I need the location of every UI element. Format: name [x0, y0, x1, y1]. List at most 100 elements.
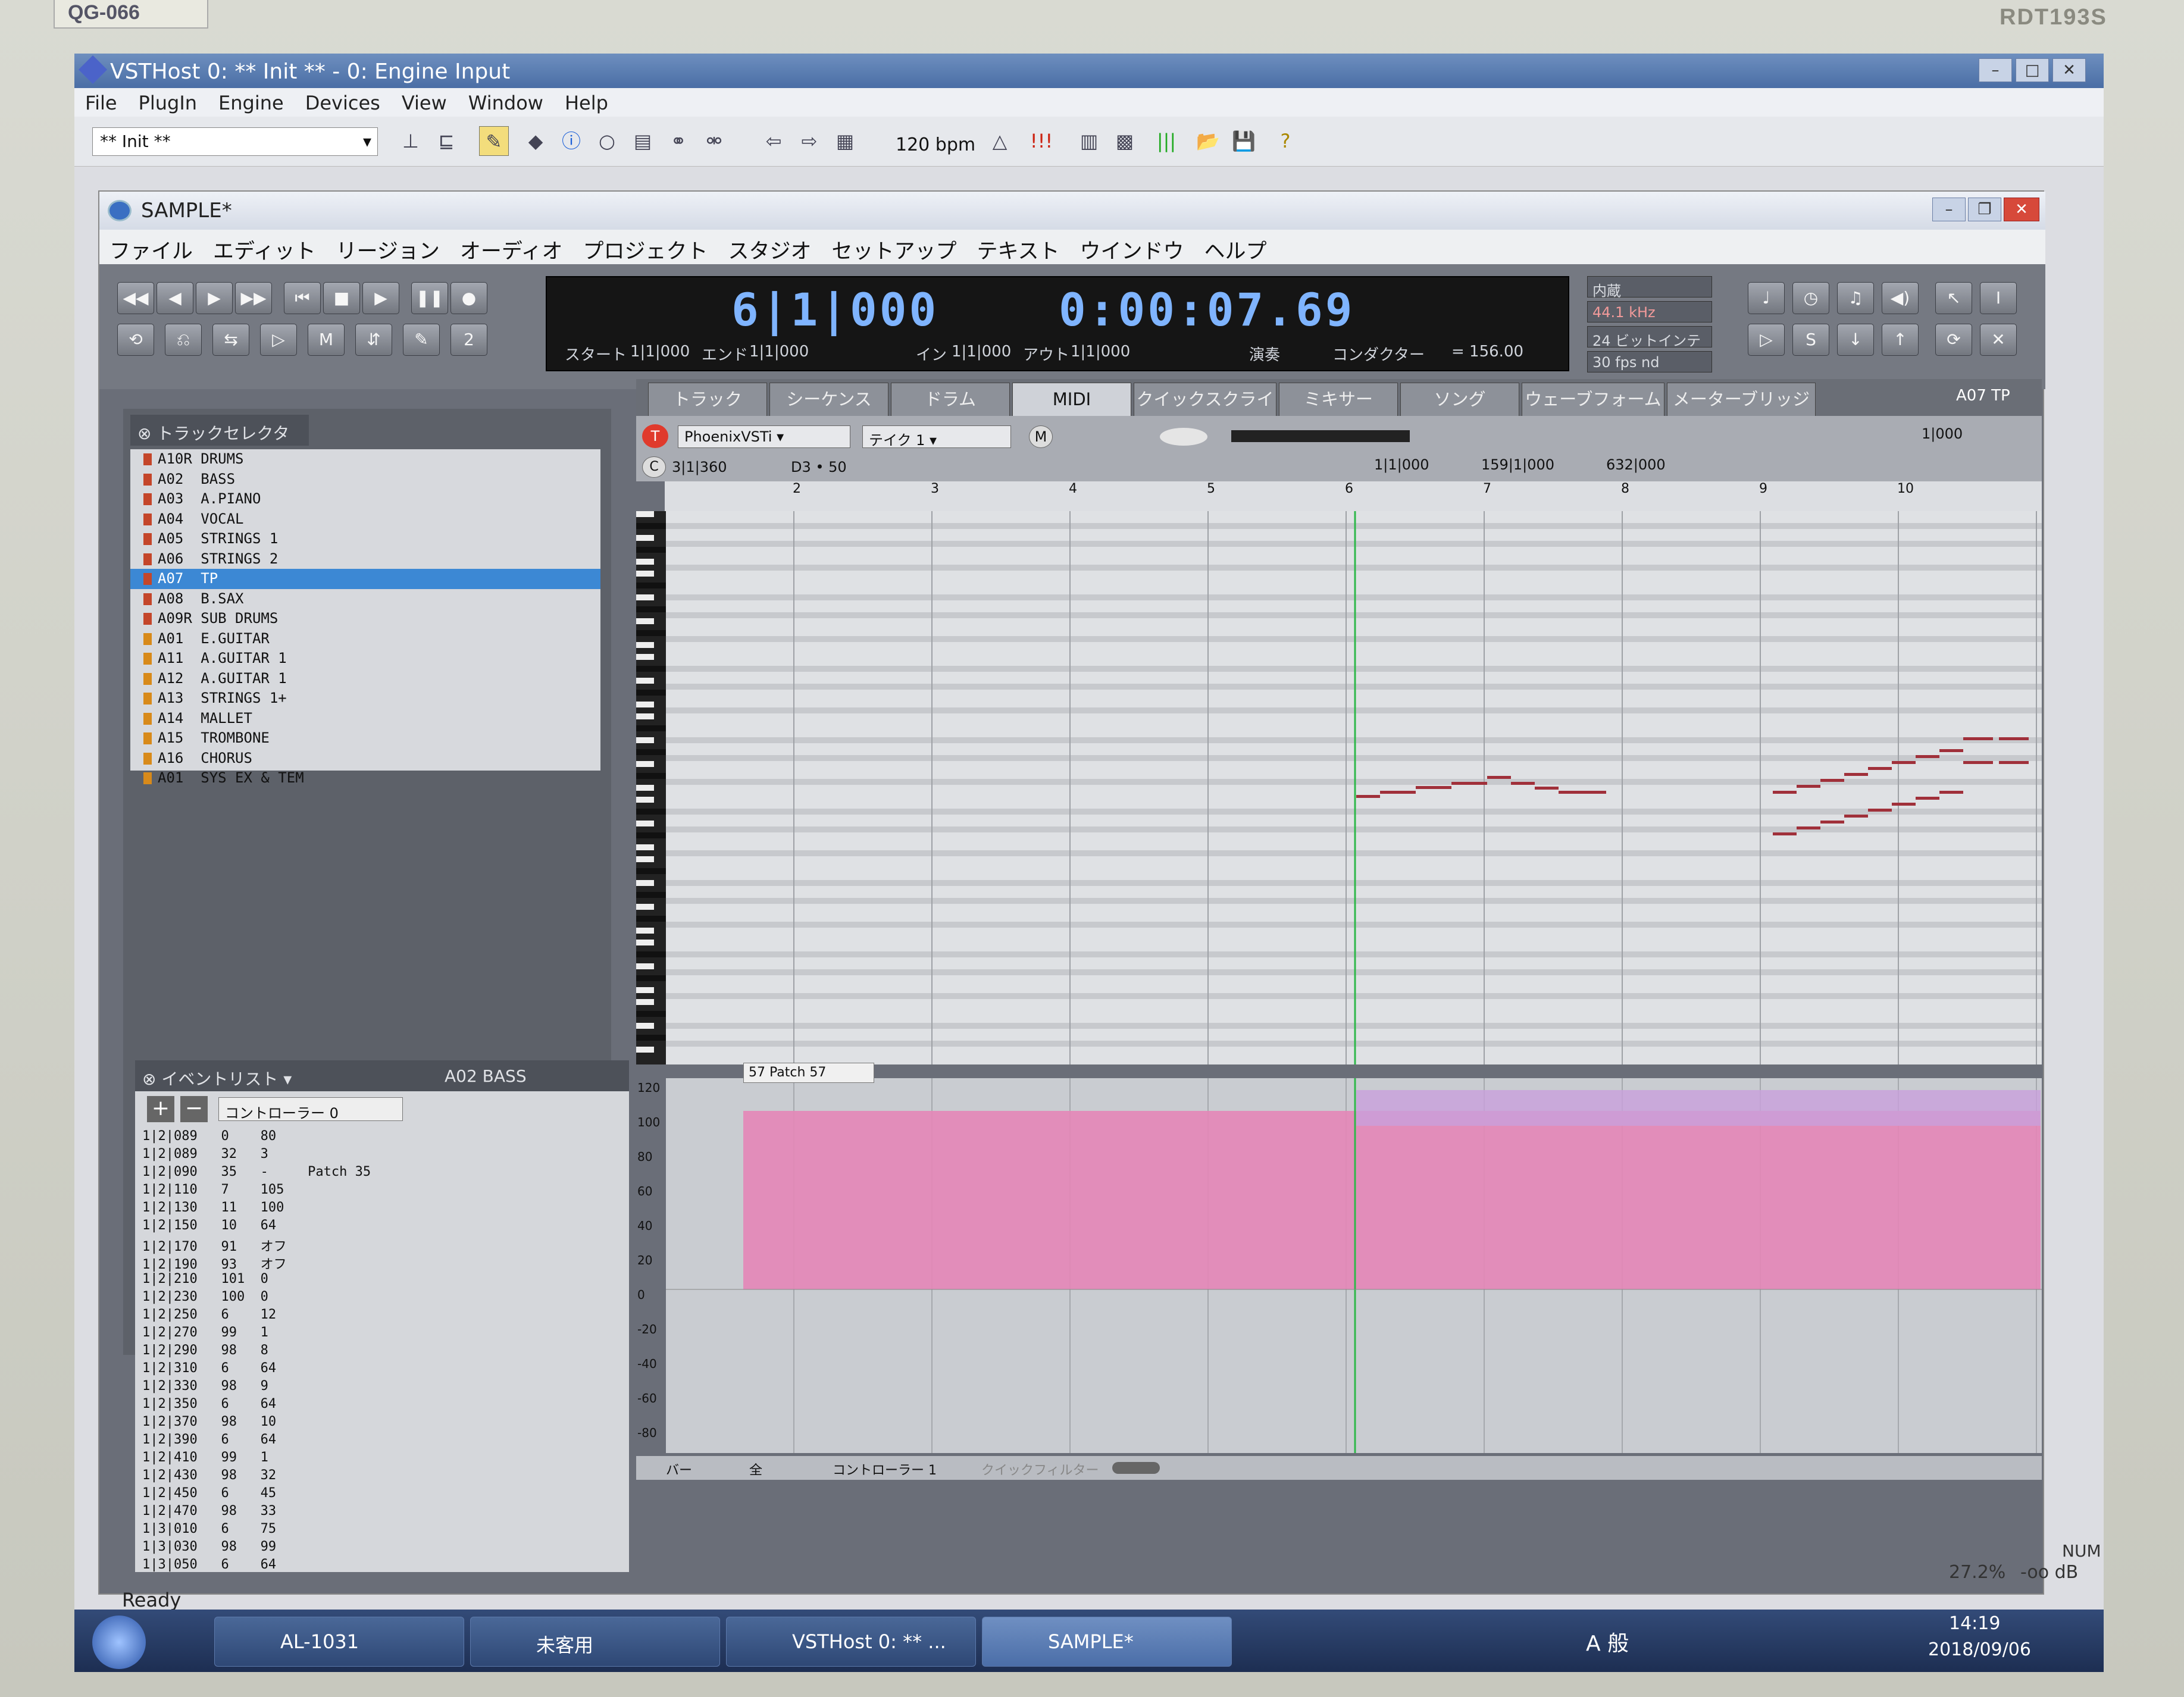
plugin-icon[interactable]: ✎: [479, 126, 509, 156]
diamond-icon[interactable]: ◆: [521, 126, 550, 156]
track-list-item[interactable]: A01 SYS EX & TEM: [130, 768, 600, 788]
close-pane-icon[interactable]: ⊗: [137, 424, 157, 443]
record-icon[interactable]: ●: [450, 282, 487, 314]
event-row[interactable]: 1|2|390 6 64: [135, 1432, 611, 1450]
piano-key[interactable]: [636, 618, 654, 624]
play-icon[interactable]: ▶: [362, 282, 399, 314]
instrument-select[interactable]: PhoenixVSTi ▾: [678, 425, 850, 448]
editor-tab[interactable]: クイックスクライブ: [1134, 383, 1276, 442]
maximize-button[interactable]: □: [2016, 58, 2049, 82]
piano-key[interactable]: [636, 1011, 666, 1017]
arrow-up-icon[interactable]: ↑: [1882, 324, 1919, 356]
unlink-icon[interactable]: ⚮: [699, 126, 729, 156]
play-mode-label[interactable]: 演奏: [1249, 343, 1280, 365]
sel-start[interactable]: 1|1|000: [1374, 456, 1429, 473]
track-list-item[interactable]: A02 BASS: [130, 469, 600, 490]
step-forward-icon[interactable]: ▶: [196, 282, 233, 314]
info-icon[interactable]: ⓘ: [556, 126, 586, 156]
piano-key[interactable]: [636, 951, 666, 957]
event-row[interactable]: 1|2|110 7 105: [135, 1182, 611, 1200]
piano-key[interactable]: [636, 749, 666, 755]
event-row[interactable]: 1|3|030 98 99: [135, 1539, 611, 1557]
menu-engine[interactable]: Engine: [208, 88, 295, 118]
circle-icon[interactable]: ○: [592, 126, 622, 156]
remove-event-button[interactable]: −: [180, 1096, 208, 1122]
piano-key[interactable]: [636, 963, 654, 969]
open-icon[interactable]: 📂: [1193, 126, 1223, 156]
start-button[interactable]: [92, 1615, 146, 1669]
now-time-bbt[interactable]: 6|1|000: [731, 283, 938, 336]
track-list-item[interactable]: A10R DRUMS: [130, 449, 600, 469]
taskbar-item-folder[interactable]: 未客用: [470, 1617, 720, 1667]
piano-key[interactable]: [636, 940, 654, 945]
footer-bar[interactable]: バー: [666, 1460, 692, 1479]
ime-indicator[interactable]: A 般: [1586, 1626, 1629, 1657]
page-icon[interactable]: ▤: [628, 126, 658, 156]
piano-key[interactable]: [636, 547, 666, 553]
menu-setup-jp[interactable]: セットアップ: [821, 230, 966, 270]
event-row[interactable]: 1|2|350 6 64: [135, 1397, 611, 1414]
event-row[interactable]: 1|2|450 6 45: [135, 1486, 611, 1504]
link-icon[interactable]: ⚭: [664, 126, 693, 156]
piano-key[interactable]: [636, 987, 654, 993]
metronome-icon[interactable]: ♩: [1748, 282, 1785, 314]
event-row[interactable]: 1|2|150 10 64: [135, 1218, 611, 1236]
clock-date[interactable]: 2018/09/06: [1928, 1639, 2031, 1660]
menu-edit-jp[interactable]: エディット: [203, 230, 326, 270]
arrow-right-icon[interactable]: ⇨: [794, 126, 824, 156]
event-row[interactable]: 1|3|050 6 64: [135, 1557, 611, 1575]
active-track-label[interactable]: A07 TP: [1956, 387, 2010, 405]
piano-key[interactable]: [636, 856, 654, 862]
piano-key[interactable]: [636, 725, 666, 731]
piano-key[interactable]: [636, 678, 654, 684]
menu-audio-jp[interactable]: オーディオ: [450, 230, 573, 270]
track-list-item[interactable]: A01 E.GUITAR: [130, 629, 600, 649]
taskbar-item-al1031[interactable]: AL-1031: [214, 1617, 464, 1667]
menu-view[interactable]: View: [391, 88, 458, 118]
preset-select[interactable]: ** Init ** ▾: [92, 127, 378, 156]
bit-depth-select[interactable]: 24 ビットインテガ: [1587, 326, 1712, 370]
track-list-item[interactable]: A12 A.GUITAR 1: [130, 669, 600, 689]
step-record-icon[interactable]: ⇵: [355, 324, 392, 356]
now-time-clock[interactable]: 0:00:07.69: [1059, 283, 1355, 336]
footer-quickfilter[interactable]: クイックフィルター: [981, 1460, 1099, 1479]
event-row[interactable]: 1|2|370 98 10: [135, 1414, 611, 1432]
event-row[interactable]: 1|2|170 91 オフ: [135, 1236, 611, 1254]
menu-help[interactable]: Help: [554, 88, 619, 118]
keyboard-icon[interactable]: ▥: [1074, 126, 1104, 156]
bars-icon[interactable]: 2: [450, 324, 487, 356]
piano-key[interactable]: [636, 1023, 654, 1029]
event-filter-select[interactable]: コントローラー 0: [218, 1097, 403, 1122]
clock-icon[interactable]: ◷: [1792, 282, 1829, 314]
chain-after-icon[interactable]: ⊑: [431, 126, 461, 156]
event-row[interactable]: 1|2|210 101 0: [135, 1272, 611, 1289]
event-row[interactable]: 1|2|089 32 3: [135, 1147, 611, 1164]
piano-key[interactable]: [636, 583, 666, 588]
piano-key[interactable]: [636, 511, 654, 517]
piano-key[interactable]: [636, 523, 666, 529]
close-button[interactable]: ✕: [2052, 58, 2086, 82]
piano-key[interactable]: [636, 761, 654, 767]
event-row[interactable]: 1|2|470 98 33: [135, 1504, 611, 1521]
add-event-button[interactable]: +: [147, 1096, 174, 1122]
event-row[interactable]: 1|2|190 93 オフ: [135, 1254, 611, 1272]
piano-key[interactable]: [636, 892, 666, 898]
track-list-item[interactable]: A05 STRINGS 1: [130, 529, 600, 549]
pointer-tool-icon[interactable]: ↖: [1935, 282, 1972, 314]
start-value[interactable]: 1|1|000: [630, 343, 690, 361]
piano-key[interactable]: [636, 797, 654, 803]
alert-icon[interactable]: !!!: [1027, 126, 1056, 156]
marker-icon[interactable]: M: [308, 324, 345, 356]
piano-key[interactable]: [636, 809, 666, 815]
piano-key[interactable]: [636, 606, 666, 612]
piano-key[interactable]: [636, 702, 654, 707]
editor-tab[interactable]: ドラム: [891, 383, 1010, 416]
event-row[interactable]: 1|2|410 99 1: [135, 1450, 611, 1468]
go-to-start-icon[interactable]: ⏮: [284, 282, 321, 314]
menu-window-jp[interactable]: ウインドウ: [1069, 230, 1194, 270]
piano-keyboard[interactable]: [636, 511, 666, 1064]
menu-studio-jp[interactable]: スタジオ: [718, 230, 821, 270]
piano-key[interactable]: [636, 832, 666, 838]
out-value[interactable]: 1|1|000: [1071, 343, 1130, 361]
piano-key[interactable]: [636, 785, 654, 791]
